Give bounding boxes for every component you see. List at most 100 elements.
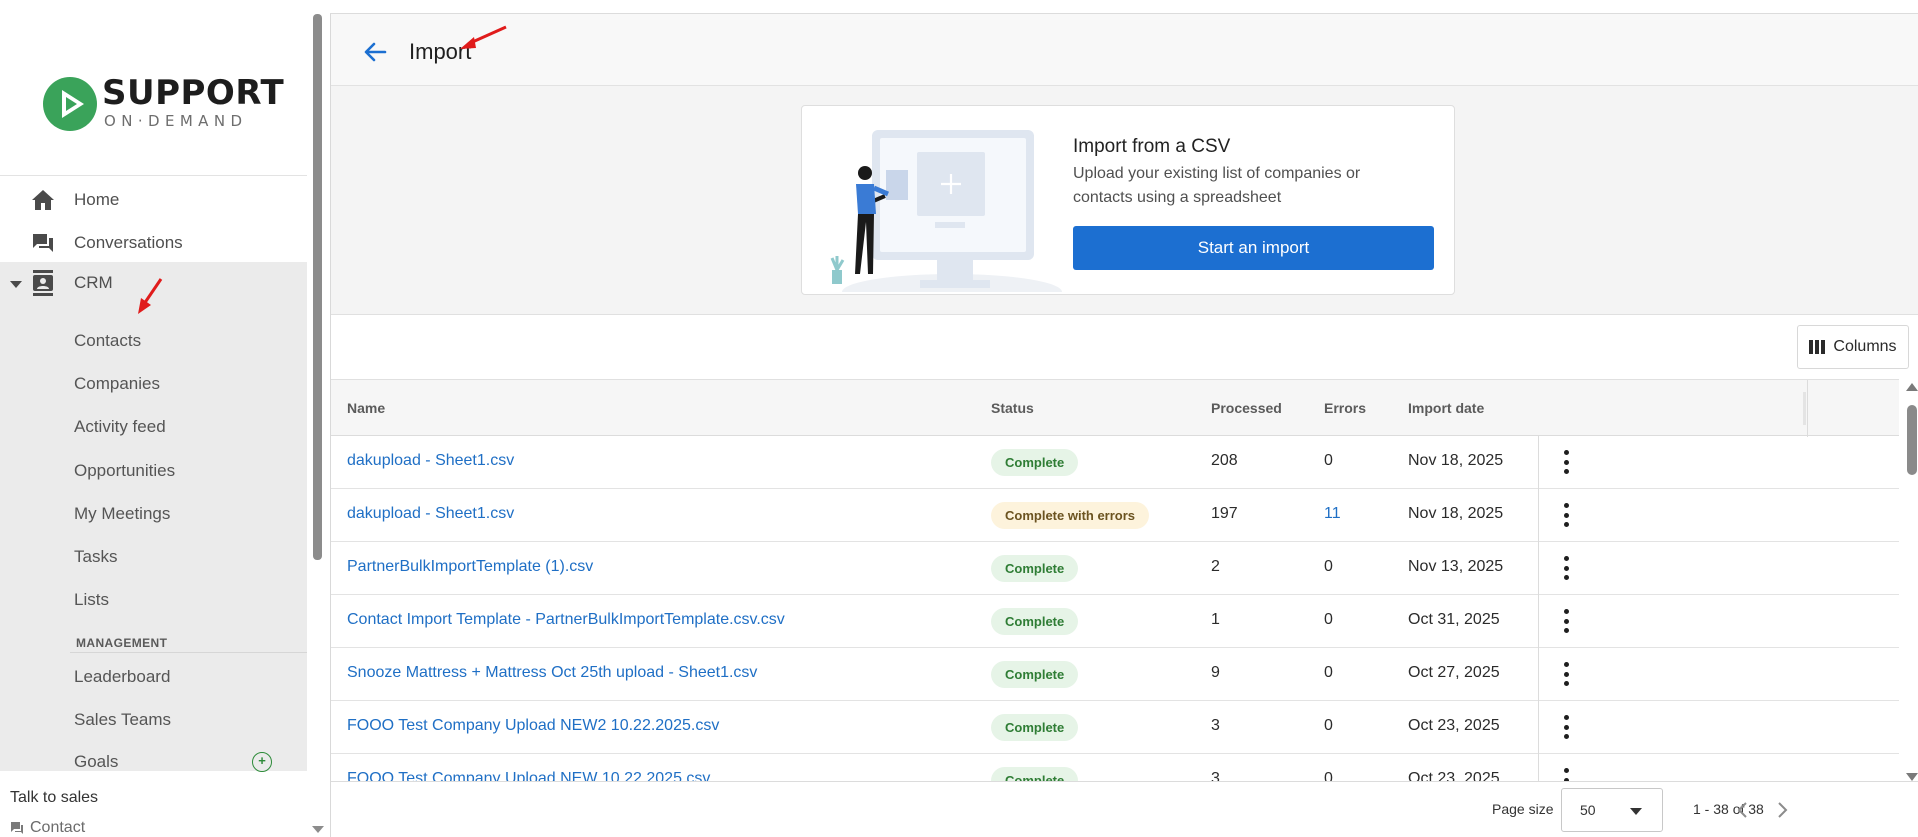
processed-count: 208 [1211,452,1238,469]
page-size-label: Page size [1492,801,1554,817]
import-date: Oct 23, 2025 [1408,717,1500,734]
table-row: dakupload - Sheet1.csv Complete 208 0 No… [331,436,1899,489]
sidebar-item-contacts[interactable]: Contacts [74,331,141,351]
error-count-link[interactable]: 11 [1324,505,1341,523]
import-file-link[interactable]: FOOO Test Company Upload NEW2 10.22.2025… [347,717,719,735]
start-import-button[interactable]: Start an import [1073,226,1434,270]
pinned-column-divider [1538,436,1539,837]
imports-grid: Columns Name Status Processed Errors Imp… [331,314,1918,837]
status-badge: Complete [991,555,1079,582]
table-row: Contact Import Template - PartnerBulkImp… [331,595,1899,648]
contacts-book-icon [30,270,56,296]
error-count: 0 [1324,611,1333,628]
import-card-description: Upload your existing list of companies o… [1073,165,1361,206]
contact-sales-link[interactable]: Contact [10,819,85,837]
columns-button[interactable]: Columns [1797,325,1909,369]
row-actions-kebab-icon[interactable] [1557,609,1575,633]
table-row: Snooze Mattress + Mattress Oct 25th uplo… [331,648,1899,701]
processed-count: 1 [1211,611,1220,628]
columns-icon [1809,340,1826,354]
management-divider [70,652,307,653]
sidebar-item-opportunities[interactable]: Opportunities [74,461,175,481]
management-section-label: MANAGEMENT [76,636,168,650]
sidebar-item-home[interactable]: Home [0,179,307,221]
row-actions-kebab-icon[interactable] [1557,662,1575,686]
sidebar-scrollbar[interactable] [313,14,322,560]
play-logo-icon [43,77,97,131]
status-badge: Complete with errors [991,502,1150,529]
sidebar-divider [0,175,307,176]
header-name[interactable]: Name [347,400,385,416]
chat-icon [30,230,56,256]
sidebar-item-goals[interactable]: Goals [74,752,118,772]
sidebar-item-label: CRM [74,273,113,292]
sidebar-item-label: Home [74,190,120,209]
import-file-link[interactable]: Snooze Mattress + Mattress Oct 25th uplo… [347,664,757,682]
import-date: Oct 27, 2025 [1408,664,1500,681]
scroll-up-icon[interactable] [1906,383,1918,391]
header-status[interactable]: Status [991,400,1034,416]
import-illustration [830,130,1062,292]
sidebar-item-conversations[interactable]: Conversations [0,222,307,264]
error-count: 0 [1324,664,1333,681]
sidebar-item-crm[interactable]: CRM [0,262,307,304]
import-date: Oct 31, 2025 [1408,611,1500,628]
contact-label: Contact [30,819,86,836]
back-arrow-icon[interactable] [361,38,389,66]
page-size-value: 50 [1580,802,1596,818]
sidebar-item-lists[interactable]: Lists [74,590,109,610]
sidebar: SUPPORT ON·DEMAND Home Conversations CRM… [0,14,307,837]
crm-section: CRM Contacts Companies Activity feed Opp… [0,262,307,772]
scroll-down-icon[interactable] [1906,773,1918,781]
header-errors[interactable]: Errors [1324,400,1366,416]
table-row: PartnerBulkImportTemplate (1).csv Comple… [331,542,1899,595]
import-file-link[interactable]: Contact Import Template - PartnerBulkImp… [347,611,785,629]
previous-page-icon[interactable] [1732,798,1754,822]
home-icon [30,187,56,213]
table-header: Name Status Processed Errors Import date [331,379,1899,437]
chat-small-icon [11,822,23,834]
brand-logo[interactable]: SUPPORT ON·DEMAND [42,73,285,134]
row-actions-kebab-icon[interactable] [1557,556,1575,580]
add-goal-icon[interactable]: + [252,752,272,772]
sidebar-scroll-down-icon[interactable] [312,826,324,833]
sidebar-item-activity-feed[interactable]: Activity feed [74,417,166,437]
row-actions-kebab-icon[interactable] [1557,450,1575,474]
pagination-bar: Page size 50 1 - 38 of 38 [331,781,1918,837]
table-body: dakupload - Sheet1.csv Complete 208 0 No… [331,436,1899,837]
row-actions-kebab-icon[interactable] [1557,715,1575,739]
import-file-link[interactable]: PartnerBulkImportTemplate (1).csv [347,558,593,576]
status-badge: Complete [991,714,1079,741]
logo-subtitle: ON·DEMAND [104,112,248,130]
import-card: Import from a CSV Upload your existing l… [801,105,1455,295]
sidebar-item-leaderboard[interactable]: Leaderboard [74,667,170,687]
import-file-link[interactable]: dakupload - Sheet1.csv [347,505,514,523]
import-file-link[interactable]: dakupload - Sheet1.csv [347,452,514,470]
row-actions-kebab-icon[interactable] [1557,503,1575,527]
pinned-column-divider [1807,380,1808,437]
sidebar-item-sales-teams[interactable]: Sales Teams [74,710,171,730]
import-date: Nov 13, 2025 [1408,558,1504,575]
header-import-date[interactable]: Import date [1408,400,1484,416]
page-size-select[interactable]: 50 [1561,788,1663,832]
status-badge: Complete [991,449,1079,476]
page-header: Import [331,14,1918,86]
status-badge: Complete [991,608,1079,635]
column-resize-handle[interactable] [1803,392,1806,425]
logo-word: SUPPORT [102,73,285,113]
table-row: FOOO Test Company Upload NEW2 10.22.2025… [331,701,1899,754]
import-card-title: Import from a CSV [1073,136,1231,157]
processed-count: 3 [1211,717,1220,734]
import-date: Nov 18, 2025 [1408,452,1504,469]
columns-label: Columns [1833,338,1897,355]
import-date: Nov 18, 2025 [1408,505,1504,522]
sidebar-item-my-meetings[interactable]: My Meetings [74,504,170,524]
next-page-icon[interactable] [1771,798,1793,822]
error-count: 0 [1324,452,1333,469]
sidebar-item-tasks[interactable]: Tasks [74,547,117,567]
table-scrollbar-thumb[interactable] [1907,405,1917,475]
page-title: Import [409,39,472,64]
header-processed[interactable]: Processed [1211,400,1282,416]
sidebar-item-companies[interactable]: Companies [74,374,160,394]
processed-count: 197 [1211,505,1238,522]
